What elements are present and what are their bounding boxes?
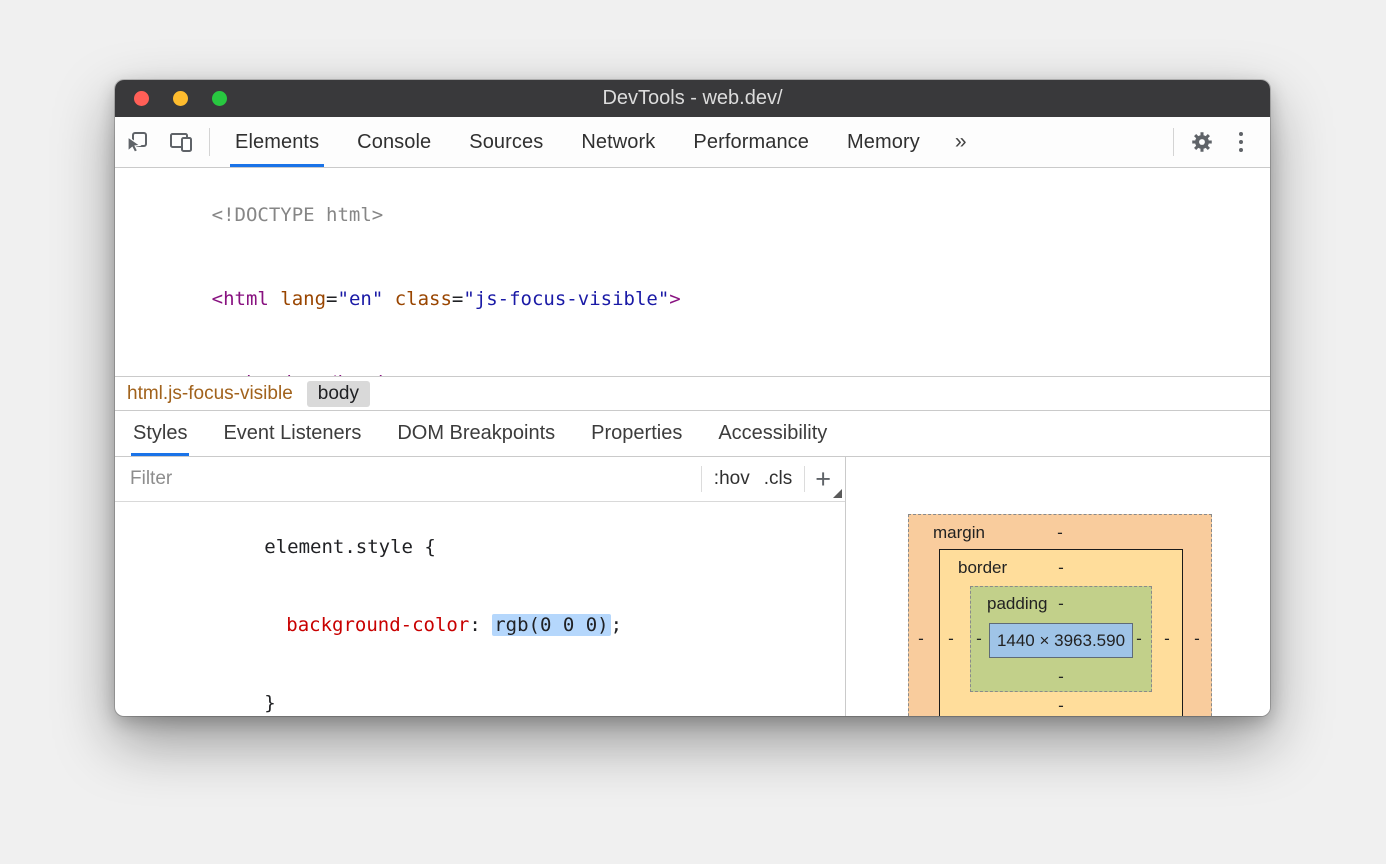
box-model-margin[interactable]: margin - border - padding - 1440 × 3963.… [908,514,1212,716]
tab-memory[interactable]: Memory [828,117,939,167]
tab-performance-label: Performance [693,131,809,154]
tab-accessibility-label: Accessibility [718,422,827,445]
doctype-text: <!DOCTYPE html> [212,204,384,226]
more-tabs-chevron-icon: » [955,130,967,154]
elements-tree-panel: <!DOCTYPE html> <html lang="en" class="j… [115,168,1270,376]
breadcrumb-html[interactable]: html.js-focus-visible [123,381,297,407]
panel-resize-corner [833,489,842,498]
settings-button[interactable] [1180,129,1224,155]
tab-accessibility[interactable]: Accessibility [700,411,845,456]
titlebar: DevTools - web.dev/ [115,80,1270,117]
css-property-value-selected[interactable]: rgb(0 0 0) [492,614,610,636]
styles-sidebar-tabs: Styles Event Listeners DOM Breakpoints P… [115,410,1270,457]
rule-selector[interactable]: element.style { [127,508,833,586]
tab-console-label: Console [357,131,431,154]
toolbar-divider-right [1173,128,1174,156]
box-model-content[interactable]: 1440 × 3963.590 [989,623,1133,658]
tab-event-listeners[interactable]: Event Listeners [205,411,379,456]
inspect-cursor-icon [124,129,150,155]
tab-elements[interactable]: Elements [216,117,338,167]
html-open-tag: <html [212,288,269,310]
padding-top-value[interactable]: - [971,594,1151,614]
tab-performance[interactable]: Performance [674,117,828,167]
head-close-tag: </head> [315,372,395,376]
styles-filter-input[interactable] [128,467,701,491]
tab-elements-label: Elements [235,131,319,154]
rule-element-style: element.style { background-color: rgb(0 … [115,502,845,716]
tab-memory-label: Memory [847,131,920,154]
styles-rules-pane: :hov .cls + element.style { background-c… [115,457,846,716]
tab-network[interactable]: Network [562,117,674,167]
window-title: DevTools - web.dev/ [115,87,1270,110]
rule-close-brace: } [127,664,833,716]
toolbar-spacer [983,117,1167,167]
toolbar-divider [209,128,210,156]
tab-network-label: Network [581,131,655,154]
border-top-value[interactable]: - [940,558,1182,578]
inspect-element-button[interactable] [115,117,159,167]
attr-class: class [383,288,452,310]
element-classes-button[interactable]: .cls [762,468,805,490]
attr-lang: lang [269,288,326,310]
tab-event-listeners-label: Event Listeners [223,422,361,445]
tab-properties[interactable]: Properties [573,411,700,456]
head-open-tag: <head> [235,372,304,376]
panel-tabs: Elements Console Sources Network Perform… [216,117,939,167]
more-tabs-button[interactable]: » [939,117,983,167]
padding-right-value[interactable]: - [1130,629,1148,649]
tree-line-doctype[interactable]: <!DOCTYPE html> [115,173,1270,257]
tab-styles[interactable]: Styles [115,411,205,456]
styles-filter-row: :hov .cls + [115,457,845,502]
box-model-padding[interactable]: padding - 1440 × 3963.590 - [970,586,1152,692]
active-sidebar-tab-indicator [131,453,189,456]
box-model-pane: margin - border - padding - 1440 × 3963.… [846,457,1270,716]
padding-left-value[interactable]: - [970,629,988,649]
main-toolbar: Elements Console Sources Network Perform… [115,117,1270,168]
styles-panel-body: :hov .cls + element.style { background-c… [115,457,1270,716]
margin-top-value[interactable]: - [909,523,1211,543]
box-model-diagram: margin - border - padding - 1440 × 3963.… [908,514,1210,716]
device-toolbar-icon [168,129,194,155]
border-right-value[interactable]: - [1158,629,1176,649]
tree-line-html[interactable]: <html lang="en" class="js-focus-visible"… [115,257,1270,341]
breadcrumb-body-selected[interactable]: body [307,381,370,407]
tab-dom-breakpoints-label: DOM Breakpoints [397,422,555,445]
gear-icon [1189,129,1215,155]
tab-styles-label: Styles [133,422,187,445]
attr-class-value: "js-focus-visible" [463,288,669,310]
css-declaration[interactable]: background-color: rgb(0 0 0); [127,586,833,664]
border-left-value[interactable]: - [942,629,960,649]
css-property-name[interactable]: background-color [286,614,469,636]
devtools-window: DevTools - web.dev/ Elements Console [115,80,1270,716]
breadcrumb: html.js-focus-visible body [115,376,1270,410]
margin-right-value[interactable]: - [1188,629,1206,649]
tree-line-head[interactable]: ▶<head>…</head> [115,341,1270,376]
active-tab-indicator [230,164,324,167]
attr-lang-value: "en" [338,288,384,310]
css-rules-list: element.style { background-color: rgb(0 … [115,502,845,716]
device-toolbar-button[interactable] [159,117,203,167]
tab-sources-label: Sources [469,131,543,154]
collapsed-content-ellipsis[interactable]: … [303,372,314,376]
expand-arrow-icon[interactable]: ▶ [212,372,235,376]
content-dimensions: 1440 × 3963.590 [997,631,1125,651]
margin-left-value[interactable]: - [912,629,930,649]
padding-bottom-value[interactable]: - [971,667,1151,687]
devtools-menu-button[interactable] [1224,132,1258,152]
tab-properties-label: Properties [591,422,682,445]
tab-dom-breakpoints[interactable]: DOM Breakpoints [379,411,573,456]
tab-sources[interactable]: Sources [450,117,562,167]
tab-console[interactable]: Console [338,117,450,167]
toolbar-right-group [1167,117,1270,167]
kebab-menu-icon [1239,132,1243,136]
toggle-element-state-button[interactable]: :hov [702,468,762,490]
border-bottom-value[interactable]: - [940,696,1182,716]
